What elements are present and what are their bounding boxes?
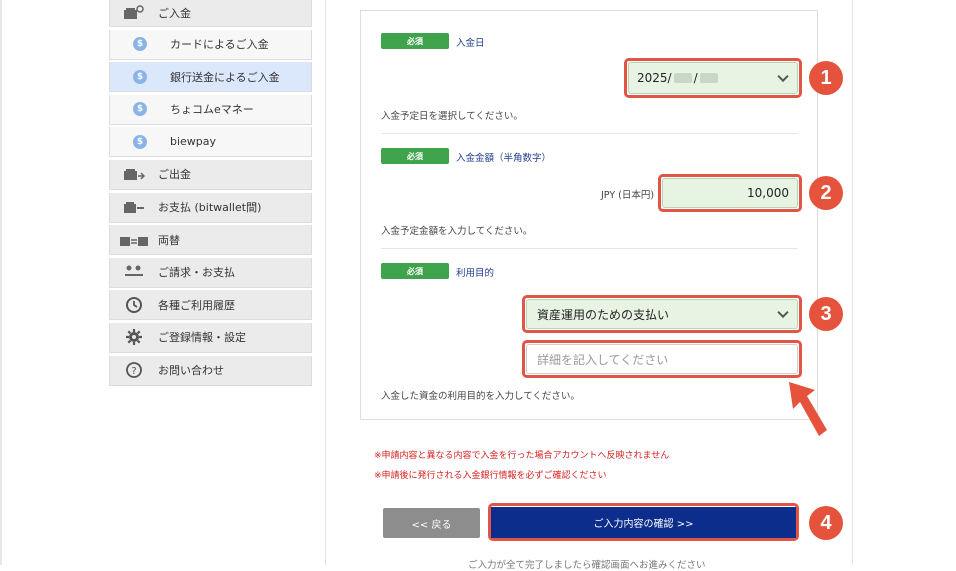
required-badge: 必須 [381,263,449,279]
sidebar-item-card-deposit[interactable]: $ カードによるご入金 [109,29,312,60]
sidebar-item-bank-deposit[interactable]: $ 銀行送金によるご入金 [109,62,312,93]
purpose-selected: 資産運用のための支払い [537,307,670,322]
sidebar-item-billing[interactable]: ご請求・お支払 [109,257,312,288]
sidebar-item-label: カードによるご入金 [170,38,269,52]
confirm-button[interactable]: ご入力内容の確認 >> [491,507,796,538]
footer-note: ご入力が全て完了しましたら確認画面へお進みください [468,560,706,571]
sidebar-item-payment[interactable]: お支払 (bitwallet間) [109,192,312,223]
sidebar-item-exchange[interactable]: 両替 [109,225,312,256]
required-badge: 必須 [381,33,449,49]
gear-icon [110,328,158,346]
sidebar-item-chocom[interactable]: $ ちょコムeマネー [109,94,312,125]
chevron-down-icon [777,70,789,83]
step-badge-4: 4 [809,506,843,540]
users-icon [110,264,158,280]
sidebar: ご入金 $ カードによるご入金 $ 銀行送金によるご入金 $ ちょコムeマネー … [109,0,312,388]
redacted-day [699,73,718,83]
warning-text: ※申請内容と異なる内容で入金を行った場合アカウントへ反映されません [374,451,670,461]
svg-text:?: ? [131,366,136,377]
step-badge-3: 3 [809,297,843,331]
sidebar-item-withdraw[interactable]: ご出金 [109,159,312,190]
content-divider-right [852,0,853,565]
history-icon [110,296,158,314]
purpose-label: 利用目的 [456,268,495,279]
warning-text: ※申請後に発行される入金銀行情報を必ずご確認ください [374,471,607,481]
amount-hint: 入金予定金額を入力してください。 [381,226,533,237]
purpose-hint: 入金した資金の利用目的を入力してください。 [381,391,580,402]
date-label: 入金日 [456,38,485,49]
sidebar-item-label: お支払 (bitwallet間) [158,201,262,215]
date-select[interactable]: 2025/ / [628,62,798,94]
step-badge-2: 2 [809,176,843,210]
coin-icon: $ [133,37,147,52]
currency-label: JPY (日本円) [601,190,655,201]
coin-icon: $ [133,134,147,149]
sidebar-item-biewpay[interactable]: $ biewpay [109,127,312,158]
detail-placeholder: 詳細を記入してください [537,352,669,367]
required-badge: 必須 [381,148,449,164]
content-divider-left [325,0,326,565]
withdraw-icon [110,166,158,182]
sidebar-item-contact[interactable]: ? お問い合わせ [109,355,312,386]
sidebar-item-label: ご入金 [158,7,191,20]
step-badge-1: 1 [809,61,843,95]
deposit-form-card: 必須 入金日 2025/ / 入金予定日を選択してください。 必須 入金金額（半… [360,10,818,420]
sidebar-item-label: お問い合わせ [158,364,224,378]
amount-value: 10,000 [747,186,789,200]
sidebar-item-label: 各種ご利用履歴 [158,298,235,312]
amount-label: 入金金額（半角数字） [456,153,552,164]
section-divider [381,133,798,134]
pointer-arrow-icon [789,382,827,436]
date-year: 2025/ [637,71,672,85]
date-separator: / [693,71,698,85]
sidebar-item-label: biewpay [170,135,217,149]
purpose-detail-input[interactable]: 詳細を記入してください [526,344,798,374]
sidebar-item-label: ご請求・お支払 [158,266,235,280]
date-hint: 入金予定日を選択してください。 [381,111,523,122]
sidebar-item-settings[interactable]: ご登録情報・設定 [109,322,312,353]
section-divider [381,248,798,249]
page-edge [0,0,2,565]
sidebar-item-label: 銀行送金によるご入金 [170,70,280,84]
sidebar-item-label: ご出金 [158,168,191,182]
sidebar-item-label: 両替 [158,233,180,247]
question-icon: ? [110,361,158,379]
coin-icon: $ [133,102,147,117]
page: ご入金 $ カードによるご入金 $ 銀行送金によるご入金 $ ちょコムeマネー … [0,0,956,571]
purpose-select[interactable]: 資産運用のための支払い [526,299,798,329]
sidebar-item-label: ちょコムeマネー [170,103,254,117]
back-button[interactable]: << 戻る [383,508,480,538]
coin-icon: $ [133,69,147,84]
deposit-icon [110,5,158,21]
sidebar-item-history[interactable]: 各種ご利用履歴 [109,290,312,321]
chevron-down-icon [777,306,789,319]
exchange-icon [110,232,158,248]
sidebar-item-label: ご登録情報・設定 [158,331,246,345]
payment-icon [110,199,158,215]
amount-input[interactable]: 10,000 [662,178,798,208]
redacted-month [673,73,692,83]
sidebar-item-deposit[interactable]: ご入金 [109,0,312,27]
